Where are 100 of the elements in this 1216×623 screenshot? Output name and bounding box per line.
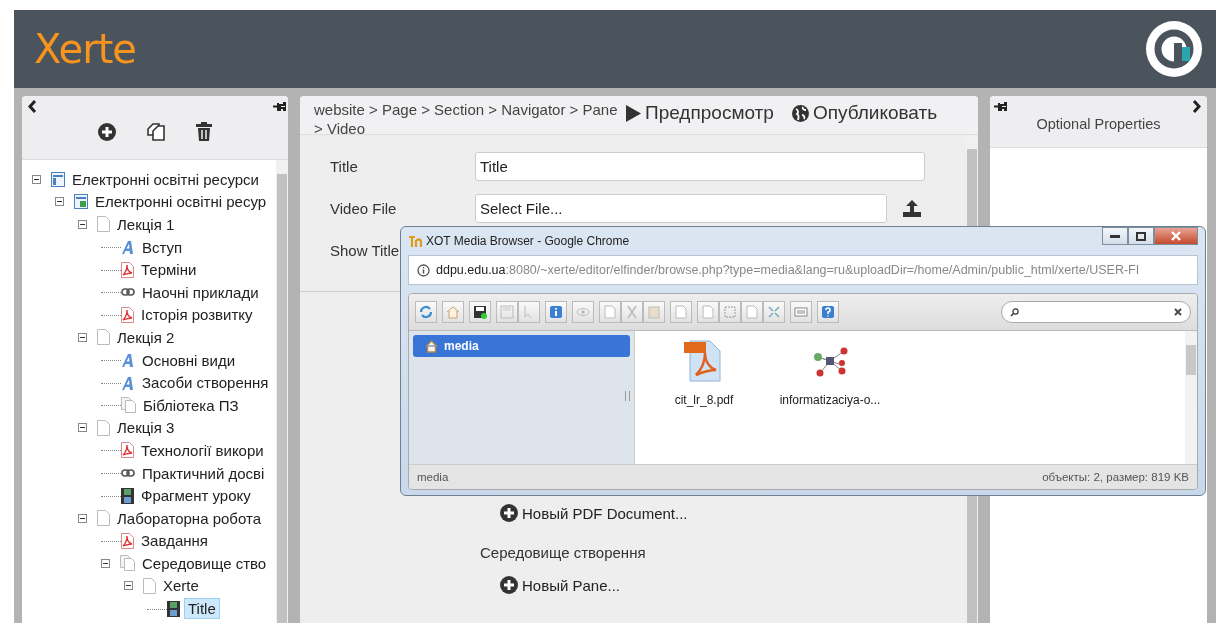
copy-icon [603,305,617,319]
duplicate-icon [674,305,688,319]
play-icon [626,104,641,122]
tree-item[interactable]: Xerte [160,576,202,596]
reload-button[interactable] [415,301,437,323]
file-field[interactable]: Select File... [475,193,887,223]
new-item-button[interactable]: Новый Pane... [500,576,620,594]
plus-icon [500,504,518,522]
clear-icon[interactable] [1174,308,1182,316]
pin-icon[interactable] [994,102,1007,111]
duplicate-button[interactable] [146,121,166,142]
page-icon [97,510,110,527]
scrollbar[interactable] [276,160,288,623]
tree-item[interactable]: Лекція 3 [114,418,178,438]
page-layout-icon [74,194,88,210]
tree-item[interactable]: Title [184,598,220,620]
link-icon [121,288,135,297]
home-icon [446,305,460,319]
collapse-toggle[interactable] [78,513,87,523]
address-bar[interactable]: ddpu.edu.ua:8080/~xerte/editor/elfinder/browse.php?type=media&lang=ru&uploadDir=/home/Admin/public_html/xerte/USER-FI [408,255,1198,285]
pdf-icon [121,442,134,459]
current-path: media [417,471,449,483]
pages-icon [121,397,136,414]
tree-item[interactable]: Лекція 1 [114,215,178,234]
panel-title: Optional Properties [1036,115,1161,132]
close-button[interactable] [1154,227,1198,245]
tree-item[interactable]: Фрагмент уроку [138,486,254,506]
page-icon [97,216,110,233]
home-icon [425,339,438,353]
tree-item[interactable]: Електронні освітні ресур [92,192,270,212]
film-icon [167,600,180,617]
close-icon [1171,231,1181,241]
help-button[interactable] [817,301,839,323]
tree-item[interactable]: Завдання [138,531,211,551]
collapse-toggle[interactable] [101,558,110,568]
xerte-logo: Xerte [34,26,136,72]
section-heading: Середовище створення [480,544,647,563]
publish-button[interactable]: Опубликовать [791,100,938,126]
collapse-toggle[interactable] [55,197,64,207]
plus-icon [500,576,518,594]
search-field[interactable] [1001,301,1191,323]
logo-badge-icon [1146,21,1202,77]
new-item-button[interactable]: Новый PDF Document... [500,504,688,522]
collapse-toggle[interactable] [78,220,87,229]
info-icon [417,263,430,277]
file-name[interactable]: informatizaciya-o... [779,393,881,407]
tree-item[interactable]: Практичний досві [139,463,268,483]
link-icon [121,469,135,477]
field-label: Show Title [330,241,401,259]
chevron-right-icon[interactable] [1192,100,1201,113]
tree-item[interactable]: Технології викори [138,440,267,460]
page-layout-icon [51,171,65,187]
app-icon [408,235,422,247]
maximize-button[interactable] [1128,227,1154,245]
resize-icon [767,305,781,319]
tree-item[interactable]: Лабораторна робота [114,508,264,528]
letter-a-icon [121,353,135,368]
save-icon [473,305,487,319]
file-name[interactable]: cit_lr_8.pdf [674,393,734,407]
tree-item[interactable]: Бібліотека ПЗ [140,395,242,415]
page-icon [143,578,156,594]
tree-item[interactable]: Вступ [139,237,186,257]
tree-item[interactable]: Лекція 2 [114,327,178,347]
collapse-toggle[interactable] [78,332,87,342]
field-label: Title [330,157,359,175]
film-icon [121,487,134,504]
pin-icon[interactable] [273,102,286,111]
page-icon [97,329,110,346]
upload-button[interactable] [903,199,921,217]
letter-a-icon [121,375,135,390]
tree-item[interactable]: Електронні освітні ресурси [69,169,262,189]
save-icon [500,305,514,319]
pdf-icon [121,532,134,549]
info-icon [549,305,563,319]
tree-item[interactable]: Основні види [139,350,239,370]
tree-item[interactable]: Історія розвитку [138,305,256,325]
collapse-toggle[interactable] [124,581,133,591]
tree-item[interactable]: Середовище ство [139,553,270,573]
search-icon [1010,307,1019,317]
tree-item[interactable]: Засоби створення [139,373,272,393]
collapse-toggle[interactable] [78,423,87,433]
add-button[interactable] [98,122,116,141]
folder-item[interactable]: media [413,335,630,357]
minimize-button[interactable] [1102,227,1128,245]
title-field[interactable]: Title [475,151,925,181]
preview-button[interactable]: Предпросмотр [626,100,774,126]
minimize-icon [1110,234,1120,238]
help-icon [821,305,835,319]
paste-icon [647,305,661,319]
tree-item[interactable]: Терміни [138,260,200,280]
scrollbar[interactable] [1185,331,1197,464]
tree-item[interactable]: Наочні приклади [139,282,262,302]
info-button[interactable] [545,301,567,323]
collapse-toggle[interactable] [32,174,41,184]
globe-icon [791,104,809,122]
delete-button[interactable] [196,122,212,141]
save-button[interactable] [469,301,491,323]
chevron-left-icon[interactable] [28,100,37,113]
reload-icon [419,305,433,319]
rename-icon [701,305,715,319]
